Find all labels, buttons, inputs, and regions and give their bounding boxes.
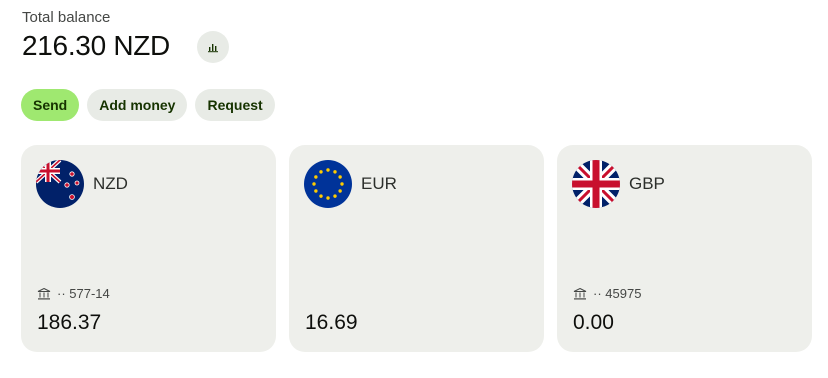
new-zealand-flag-icon xyxy=(36,160,84,208)
send-button[interactable]: Send xyxy=(21,89,80,121)
request-button[interactable]: Request xyxy=(195,89,275,121)
bar-chart-icon xyxy=(208,44,218,53)
balance-card-gbp[interactable]: GBP ·· 45975 0.00 xyxy=(557,145,812,352)
insights-button[interactable] xyxy=(197,31,229,63)
eu-flag-icon xyxy=(304,160,352,208)
uk-flag-icon xyxy=(572,160,620,208)
balance-amount: 16.69 xyxy=(305,311,358,334)
account-details: ·· 577-14 xyxy=(37,286,110,301)
balance-card-eur[interactable]: EUR 16.69 xyxy=(289,145,544,352)
account-number: ·· 577-14 xyxy=(57,286,110,301)
balance-amount: 0.00 xyxy=(573,311,614,334)
bank-icon xyxy=(573,287,587,299)
currency-code: EUR xyxy=(361,174,397,193)
account-number: ·· 45975 xyxy=(593,286,642,301)
currency-code: GBP xyxy=(629,174,665,193)
balance-label: Total balance xyxy=(22,9,111,26)
action-bar: Send Add money Request xyxy=(21,89,275,121)
balance-amount: 186.37 xyxy=(37,311,102,334)
currency-code: NZD xyxy=(93,174,128,193)
bank-icon xyxy=(37,287,51,299)
balance-card-nzd[interactable]: NZD ·· 577-14 186.37 xyxy=(21,145,276,352)
total-balance-amount: 216.30 NZD xyxy=(22,30,170,61)
account-details: ·· 45975 xyxy=(573,286,641,301)
balance-cards: NZD ·· 577-14 186.37 EUR 16.69 GBP ·· 45… xyxy=(21,145,812,352)
add-money-button[interactable]: Add money xyxy=(87,89,188,121)
